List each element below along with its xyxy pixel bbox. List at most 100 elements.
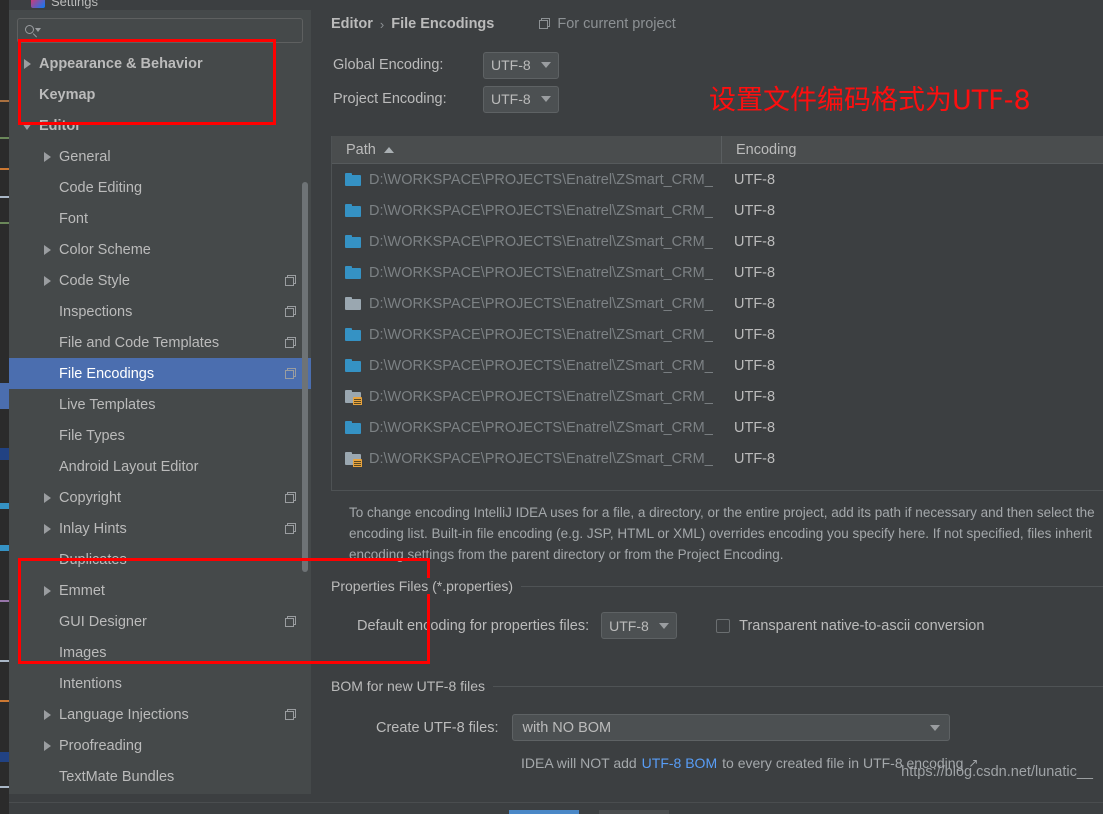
twisty-collapsed-icon[interactable] [41,491,55,505]
sidebar-item-language-injections[interactable]: Language Injections [9,699,311,730]
sidebar-item-editor[interactable]: Editor [9,110,311,141]
sidebar-item-images[interactable]: Images [9,637,311,668]
folder-blue-icon [345,358,361,373]
table-cell-encoding[interactable]: UTF-8 [721,296,775,312]
ok-button[interactable] [509,810,579,814]
sidebar-item-inspections[interactable]: Inspections [9,296,311,327]
twisty-expanded-icon[interactable] [21,119,35,133]
table-row[interactable]: D:\WORKSPACE\PROJECTS\Enatrel\ZSmart_CRM… [332,443,1103,474]
sidebar-item-keymap[interactable]: Keymap [9,79,311,110]
twisty-collapsed-icon[interactable] [41,274,55,288]
dialog-titlebar: Settings [9,0,1103,10]
sidebar-item-live-templates[interactable]: Live Templates [9,389,311,420]
twisty-collapsed-icon[interactable] [41,708,55,722]
sidebar-item-textmate-bundles[interactable]: TextMate Bundles [9,761,311,792]
scope-label: For current project [557,16,676,32]
table-row[interactable]: D:\WORKSPACE\PROJECTS\Enatrel\ZSmart_CRM… [332,381,1103,412]
table-header-row: Path Encoding [332,135,1103,164]
table-cell-encoding[interactable]: UTF-8 [721,389,775,405]
sidebar-item-proofreading[interactable]: Proofreading [9,730,311,761]
twisty-collapsed-icon[interactable] [41,243,55,257]
sidebar-item-duplicates[interactable]: Duplicates [9,544,311,575]
sidebar-item-file-types[interactable]: File Types [9,420,311,451]
sidebar-item-label: File Encodings [59,365,155,382]
table-cell-encoding[interactable]: UTF-8 [721,327,775,343]
table-row[interactable]: D:\WORKSPACE\PROJECTS\Enatrel\ZSmart_CRM… [332,350,1103,381]
search-box[interactable] [17,18,303,43]
folder-blue-icon [345,420,361,435]
bom-note-link[interactable]: UTF-8 BOM [642,755,717,771]
sidebar-scrollbar-thumb[interactable] [302,182,308,572]
search-input[interactable] [39,23,296,38]
sidebar-item-copyright[interactable]: Copyright [9,482,311,513]
table-cell-path: D:\WORKSPACE\PROJECTS\Enatrel\ZSmart_CRM… [332,451,721,467]
table-body: D:\WORKSPACE\PROJECTS\Enatrel\ZSmart_CRM… [332,164,1103,474]
sidebar-item-emmet[interactable]: Emmet [9,575,311,606]
folder-gray-icon [345,296,361,311]
properties-default-encoding-dropdown[interactable]: UTF-8 [601,612,678,639]
project-encoding-dropdown[interactable]: UTF-8 [483,85,559,113]
twisty-collapsed-icon[interactable] [41,522,55,536]
sidebar-item-font[interactable]: Font [9,203,311,234]
create-utf8-files-dropdown[interactable]: with NO BOM [512,714,951,741]
create-utf8-files-label: Create UTF-8 files: [376,719,499,736]
global-encoding-dropdown[interactable]: UTF-8 [483,51,559,79]
table-cell-encoding[interactable]: UTF-8 [721,172,775,188]
sidebar-item-code-editing[interactable]: Code Editing [9,172,311,203]
project-encoding-value: UTF-8 [491,91,531,107]
sidebar-item-label: Language Injections [59,706,189,723]
sidebar-item-android-layout-editor[interactable]: Android Layout Editor [9,451,311,482]
table-row[interactable]: D:\WORKSPACE\PROJECTS\Enatrel\ZSmart_CRM… [332,257,1103,288]
table-cell-encoding[interactable]: UTF-8 [721,451,775,467]
sidebar-item-gui-designer[interactable]: GUI Designer [9,606,311,637]
sidebar-item-color-scheme[interactable]: Color Scheme [9,234,311,265]
sidebar-item-label: Appearance & Behavior [39,55,203,72]
table-cell-path: D:\WORKSPACE\PROJECTS\Enatrel\ZSmart_CRM… [332,389,721,405]
table-cell-path-text: D:\WORKSPACE\PROJECTS\Enatrel\ZSmart_CRM… [369,419,713,436]
table-row[interactable]: D:\WORKSPACE\PROJECTS\Enatrel\ZSmart_CRM… [332,319,1103,350]
settings-dialog-root: Settings Appearance & Behavior Keymap Edit… [0,0,1103,814]
twisty-collapsed-icon[interactable] [41,150,55,164]
breadcrumb-current: File Encodings [391,16,495,32]
table-cell-path: D:\WORKSPACE\PROJECTS\Enatrel\ZSmart_CRM… [332,296,721,312]
sidebar-item-file-and-code-templates[interactable]: File and Code Templates [9,327,311,358]
settings-tree[interactable]: Appearance & Behavior Keymap Editor General… [9,48,311,794]
table-cell-encoding[interactable]: UTF-8 [721,265,775,281]
sidebar-item-inlay-hints[interactable]: Inlay Hints [9,513,311,544]
copy-scope-icon [539,18,551,30]
table-row[interactable]: D:\WORKSPACE\PROJECTS\Enatrel\ZSmart_CRM… [332,195,1103,226]
table-row[interactable]: D:\WORKSPACE\PROJECTS\Enatrel\ZSmart_CRM… [332,412,1103,443]
table-row[interactable]: D:\WORKSPACE\PROJECTS\Enatrel\ZSmart_CRM… [332,226,1103,257]
sidebar-item-label: Images [59,644,107,661]
breadcrumb-parent[interactable]: Editor [331,16,373,32]
sidebar-item-appearance-behavior[interactable]: Appearance & Behavior [9,48,311,79]
twisty-collapsed-icon[interactable] [41,584,55,598]
table-cell-encoding[interactable]: UTF-8 [721,234,775,250]
table-cell-encoding[interactable]: UTF-8 [721,358,775,374]
table-cell-path-text: D:\WORKSPACE\PROJECTS\Enatrel\ZSmart_CRM… [369,388,713,405]
sidebar-item-code-style[interactable]: Code Style [9,265,311,296]
sidebar-item-file-encodings[interactable]: File Encodings [9,358,311,389]
twisty-collapsed-icon[interactable] [41,739,55,753]
table-cell-encoding[interactable]: UTF-8 [721,203,775,219]
transparent-conversion-checkbox-row[interactable]: Transparent native-to-ascii conversion [716,618,984,634]
column-header-path[interactable]: Path [332,142,721,158]
cancel-button[interactable] [599,810,669,814]
table-cell-encoding[interactable]: UTF-8 [721,420,775,436]
sidebar-item-general[interactable]: General [9,141,311,172]
transparent-conversion-checkbox[interactable] [716,618,731,633]
sidebar-item-label: File and Code Templates [59,334,220,351]
sidebar-item-label: Editor [39,117,81,134]
annotation-text: 设置文件编码格式为UTF-8 [709,85,1031,116]
folder-blue-icon [345,203,361,218]
sidebar-item-intentions[interactable]: Intentions [9,668,311,699]
twisty-collapsed-icon[interactable] [21,57,35,71]
table-cell-path-text: D:\WORKSPACE\PROJECTS\Enatrel\ZSmart_CRM… [369,264,713,281]
column-header-encoding[interactable]: Encoding [721,135,1103,164]
table-cell-path: D:\WORKSPACE\PROJECTS\Enatrel\ZSmart_CRM… [332,234,721,250]
table-row[interactable]: D:\WORKSPACE\PROJECTS\Enatrel\ZSmart_CRM… [332,164,1103,195]
table-row[interactable]: D:\WORKSPACE\PROJECTS\Enatrel\ZSmart_CRM… [332,288,1103,319]
